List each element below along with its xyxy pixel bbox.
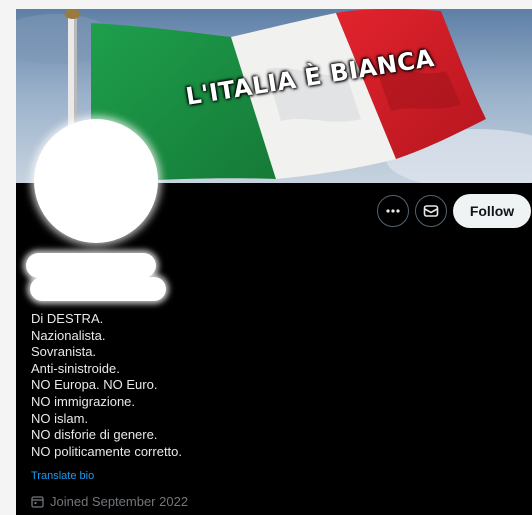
calendar-icon: [31, 496, 44, 508]
joined-date: Joined September 2022: [31, 494, 188, 509]
bio-line: Nazionalista.: [31, 327, 106, 343]
envelope-icon: [423, 205, 439, 217]
profile-card: L'ITALIA È BIANCA Follow Di DESTRA. Nazi…: [16, 9, 532, 515]
bio-line: NO immigrazione.: [31, 393, 136, 409]
more-options-button[interactable]: [377, 195, 409, 227]
bio-line: NO Europa. NO Euro.: [31, 377, 158, 393]
avatar[interactable]: [34, 119, 158, 243]
redacted-handle: [30, 277, 166, 301]
message-button[interactable]: [415, 195, 447, 227]
redacted-display-name: [26, 253, 156, 278]
ellipsis-icon: [386, 209, 400, 213]
translate-bio-link[interactable]: Translate bio: [31, 470, 94, 482]
bio-line: Sovranista.: [31, 344, 97, 360]
bio-line: NO disforie di genere.: [31, 427, 158, 443]
bio-line: Di DESTRA.: [31, 311, 104, 326]
bio-line: Anti-sinistroide.: [31, 360, 120, 376]
bio-line: NO islam.: [31, 410, 89, 426]
bio: Di DESTRA. Nazionalista. Sovranista. Ant…: [31, 311, 182, 460]
bio-line: NO politicamente corretto.: [31, 443, 183, 459]
joined-date-text: Joined September 2022: [50, 494, 189, 509]
follow-button[interactable]: Follow: [453, 194, 531, 228]
